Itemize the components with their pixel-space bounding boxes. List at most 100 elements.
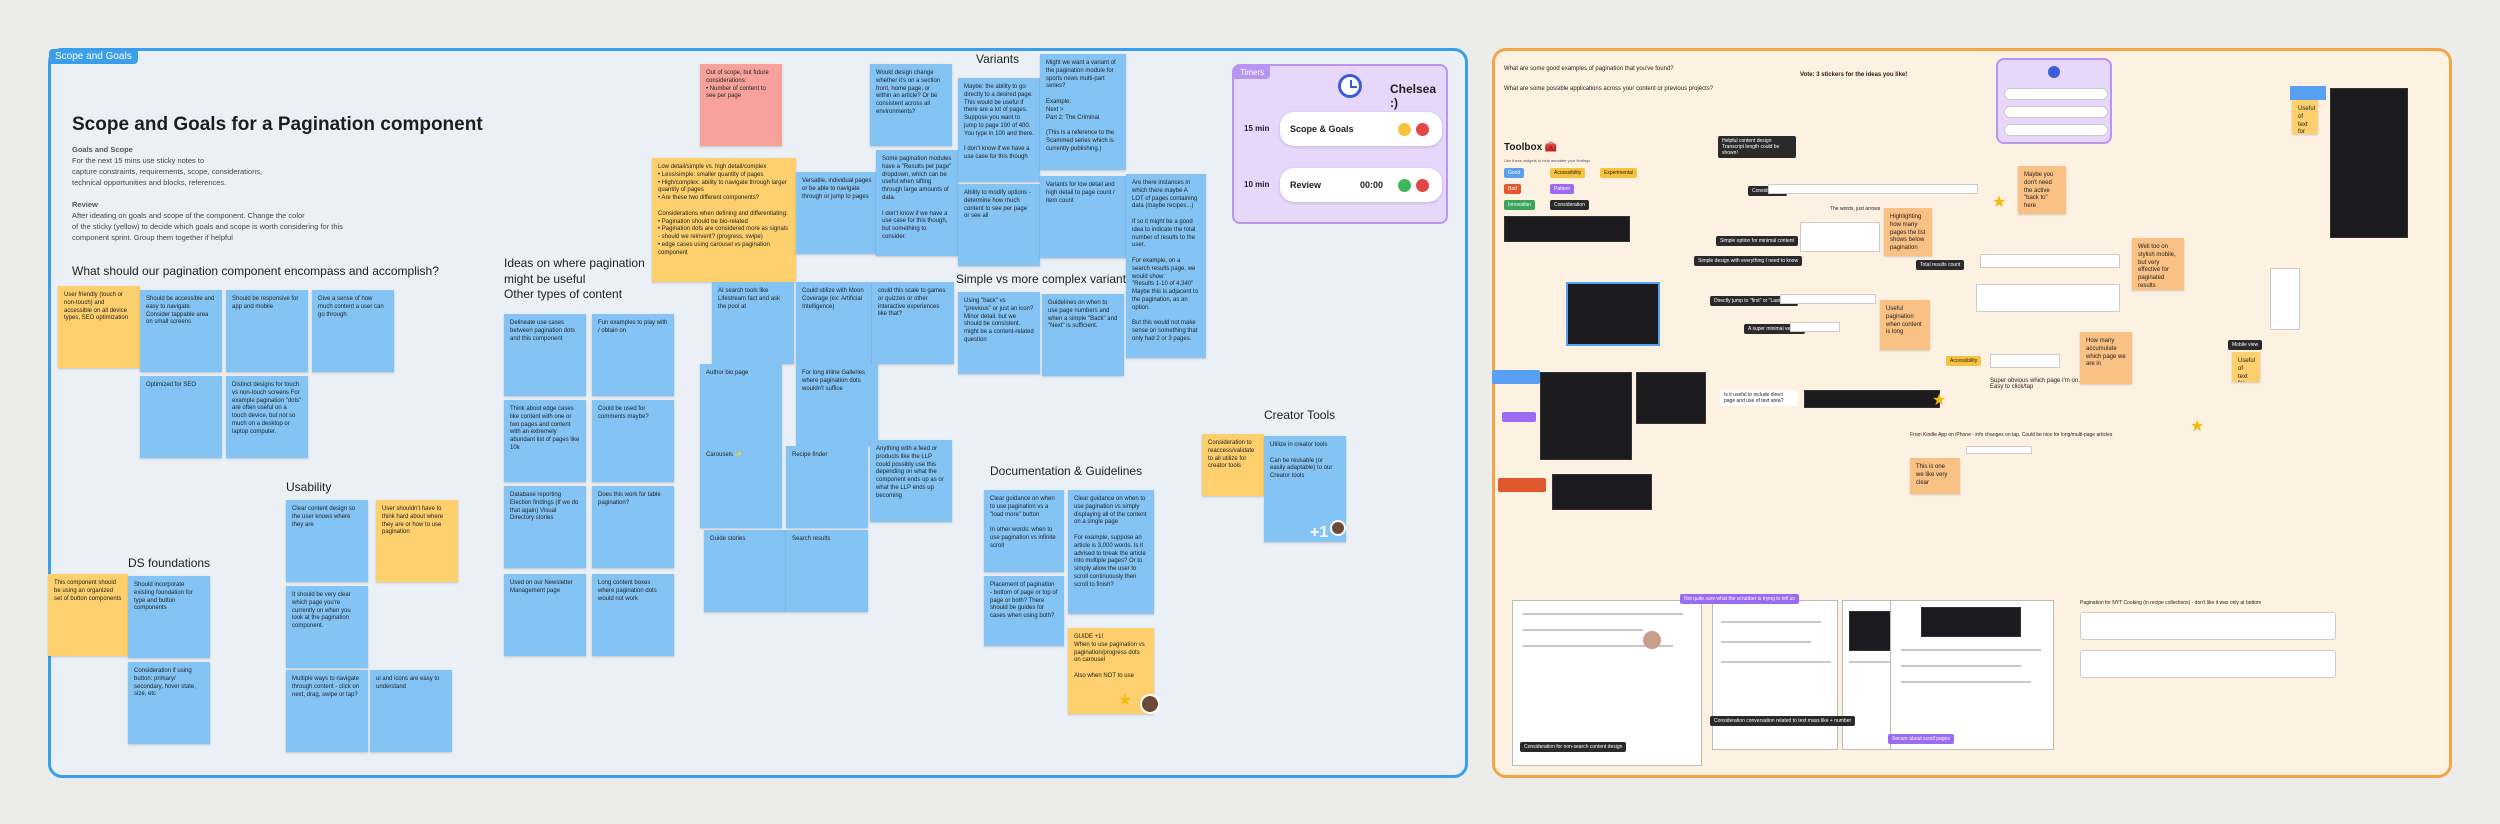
- sticky-note[interactable]: Some pagination modules have a "Results …: [876, 150, 958, 256]
- pagination-sample[interactable]: [1780, 294, 1876, 304]
- stop-button[interactable]: [1416, 179, 1429, 192]
- sticky-note[interactable]: Should be responsive for app and mobile: [226, 290, 308, 372]
- frame-tag[interactable]: Scope and Goals: [49, 49, 138, 64]
- chip-bad[interactable]: Bad: [1504, 184, 1521, 194]
- sticky-note[interactable]: Useful of text for mobile: [2232, 352, 2260, 382]
- sticky-note[interactable]: Useful pagination when content is long: [1880, 300, 1930, 350]
- sticky-note[interactable]: Are there instances in which there maybe…: [1126, 174, 1206, 358]
- sticky-note[interactable]: Variants for low detail and high detail …: [1040, 176, 1126, 258]
- sticky-note[interactable]: Give a sense of how much content a user …: [312, 290, 394, 372]
- sticky-note[interactable]: Clear guidance on when to use pagination…: [1068, 490, 1154, 614]
- sticky-note[interactable]: Maybe: the ability to go directly to a d…: [958, 78, 1040, 182]
- sticky-note[interactable]: For long inline Galleries where paginati…: [796, 364, 878, 446]
- label-chip[interactable]: [1498, 478, 1546, 492]
- sticky-note[interactable]: How many accumulate which page we are in: [2080, 332, 2132, 384]
- play-button[interactable]: [1398, 179, 1411, 192]
- annotation-label[interactable]: Accessibility: [1946, 356, 1982, 366]
- sticky-note[interactable]: This is one we like very clear: [1910, 458, 1960, 494]
- pagination-sample-dark[interactable]: [1804, 390, 1940, 408]
- chip-consideration[interactable]: Consideration: [1550, 200, 1589, 210]
- pagination-sample[interactable]: [1980, 254, 2120, 268]
- sticky-note[interactable]: Versatile, individual pages or be able t…: [796, 172, 878, 254]
- sticky-note[interactable]: Long content boxes where pagination dots…: [592, 574, 674, 656]
- question-applications: What are some possible applications acro…: [1504, 86, 1714, 92]
- vote-widget[interactable]: [1996, 58, 2112, 144]
- sticky-note[interactable]: Highlighting how many pages the list sho…: [1884, 208, 1932, 256]
- pagination-sample[interactable]: [1800, 222, 1880, 252]
- chip-good[interactable]: Good: [1504, 168, 1525, 178]
- sticky-note[interactable]: could this scale to games or quizzes or …: [872, 282, 954, 364]
- annotation-label[interactable]: Simple design with everything I need to …: [1694, 256, 1803, 266]
- pagination-sample[interactable]: [1990, 354, 2060, 368]
- sticky-note[interactable]: Delineate use cases between pagination d…: [504, 314, 586, 396]
- sticky-note[interactable]: Should be accessible and easy to navigat…: [140, 290, 222, 372]
- annotation-label[interactable]: Secure about scroll pages: [1888, 734, 1954, 744]
- timer-row-scope[interactable]: Scope & Goals: [1280, 112, 1442, 146]
- label-chip[interactable]: [1492, 370, 1540, 384]
- pagination-sample[interactable]: [1768, 184, 1978, 194]
- sticky-note[interactable]: Carousels ✨: [700, 446, 782, 528]
- sticky-note[interactable]: Should incorporate existing foundation f…: [128, 576, 210, 658]
- sticky-note[interactable]: Out of scope, but future considerations:…: [700, 64, 782, 146]
- sticky-note[interactable]: AI search tools like Lifestream fact and…: [712, 282, 794, 364]
- sticky-note[interactable]: Guide stories: [704, 530, 786, 612]
- chip-pattern[interactable]: Pattern: [1550, 184, 1575, 194]
- sticky-note[interactable]: Distinct designs for touch vs non-touch …: [226, 376, 308, 458]
- timer-row-review[interactable]: Review 00:00: [1280, 168, 1442, 202]
- chip-experimental[interactable]: Experimental: [1600, 168, 1638, 178]
- sticky-note[interactable]: Optimized for SEO: [140, 376, 222, 458]
- sticky-note[interactable]: This component should be using an organi…: [48, 574, 128, 656]
- annotation-label[interactable]: Consideration for non-search content des…: [1520, 742, 1627, 752]
- sticky-note[interactable]: User shouldn't have to think hard about …: [376, 500, 458, 582]
- sticky-note[interactable]: Useful of text for mobile: [2292, 100, 2318, 134]
- annotation-label[interactable]: Consideration conversation related to te…: [1710, 716, 1856, 726]
- sticky-note[interactable]: Used on our Newsletter Management page: [504, 574, 586, 656]
- annotation-label[interactable]: Mobile view: [2228, 340, 2263, 350]
- sticky-note[interactable]: Ability to modify options - determine ho…: [958, 184, 1040, 266]
- annotation-label[interactable]: Helpful content design Transcript length…: [1718, 136, 1796, 158]
- pagination-sample[interactable]: [2080, 612, 2336, 640]
- sticky-note[interactable]: Could utilize with Moon Coverage (ex: Ar…: [796, 282, 878, 364]
- sticky-note[interactable]: Author bio page: [700, 364, 782, 446]
- sticky-note[interactable]: Maybe you don't need the active "back to…: [2018, 166, 2066, 214]
- phone-screenshot: [2270, 268, 2300, 330]
- sticky-note[interactable]: Does this work for table pagination?: [592, 486, 674, 568]
- sticky-note[interactable]: Low detail/simple vs. high detail/comple…: [652, 158, 796, 282]
- annotation-label[interactable]: Total results count: [1916, 260, 1965, 270]
- pagination-sample[interactable]: [1966, 446, 2032, 454]
- sticky-note[interactable]: Consideration if using button: primary/ …: [128, 662, 210, 744]
- sticky-note[interactable]: Placement of pagination - bottom of page…: [984, 576, 1064, 646]
- sticky-note[interactable]: Multiple ways to navigate through conten…: [286, 670, 368, 752]
- pagination-sample[interactable]: [1976, 284, 2120, 312]
- annotation-label[interactable]: Not quite sure what the scrubber is tryi…: [1680, 594, 1799, 604]
- sticky-note[interactable]: Search results: [786, 530, 868, 612]
- stop-button[interactable]: [1416, 123, 1429, 136]
- sticky-note[interactable]: Using "back" vs "previous" or just an ic…: [958, 292, 1040, 374]
- sticky-note[interactable]: Would design change whether it's on a se…: [870, 64, 952, 146]
- annotation-label[interactable]: Is it useful to include direct page and …: [1720, 390, 1798, 406]
- sticky-note[interactable]: Could be used for comments maybe?: [592, 400, 674, 482]
- chip-innovation[interactable]: Innovation: [1504, 200, 1536, 210]
- pagination-sample[interactable]: [2080, 650, 2336, 678]
- timer-widget[interactable]: Timers Chelsea :) 15 min Scope & Goals 1…: [1232, 64, 1448, 224]
- sticky-note[interactable]: Think about edge cases like content with…: [504, 400, 586, 482]
- sticky-note[interactable]: User friendly (touch or non-touch) and a…: [58, 286, 140, 368]
- sticky-note[interactable]: Consideration to reaccess/validate to al…: [1202, 434, 1264, 496]
- sticky-note[interactable]: ui and icons are easy to understand: [370, 670, 452, 752]
- sticky-note[interactable]: Anything with a feed or products like th…: [870, 440, 952, 522]
- sticky-note[interactable]: Well too on stylish mobile, but very eff…: [2132, 238, 2184, 290]
- sticky-note[interactable]: Recipe finder: [786, 446, 868, 528]
- sticky-note[interactable]: Might we want a variant of the paginatio…: [1040, 54, 1126, 170]
- label-chip[interactable]: [1502, 412, 1536, 422]
- sticky-note[interactable]: Clear guidance on when to use pagination…: [984, 490, 1064, 572]
- label-chip[interactable]: [2290, 86, 2326, 100]
- sticky-note[interactable]: Guidelines on when to use page numbers a…: [1042, 294, 1124, 376]
- chip-accessibility[interactable]: Accessibility: [1550, 168, 1586, 178]
- pagination-sample[interactable]: [1790, 322, 1840, 332]
- pause-button[interactable]: [1398, 123, 1411, 136]
- sticky-note[interactable]: Database reporting Election findings (If…: [504, 486, 586, 568]
- sticky-note[interactable]: Clear content design so the user knows w…: [286, 500, 368, 582]
- annotation-label[interactable]: Simple option for minimal content: [1716, 236, 1798, 246]
- sticky-note[interactable]: It should be very clear which page you'r…: [286, 586, 368, 668]
- sticky-note[interactable]: Fun examples to play with / obtain on: [592, 314, 674, 396]
